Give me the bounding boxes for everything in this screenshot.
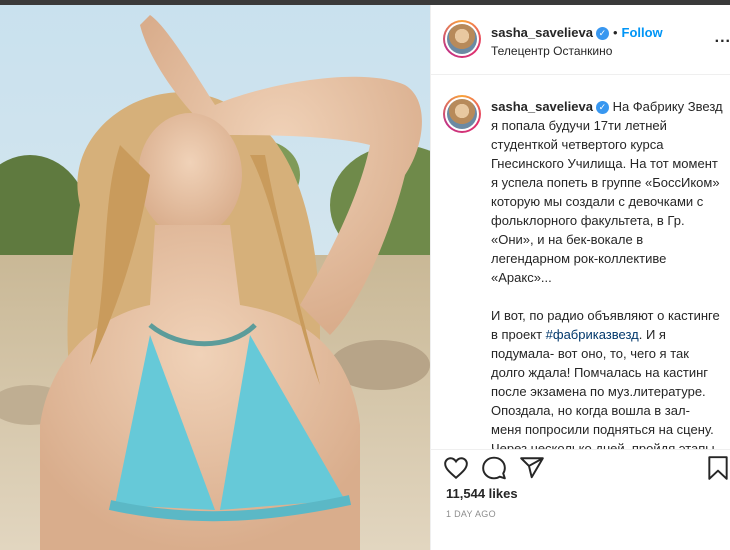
hashtag-link[interactable]: #фабриказвезд (546, 327, 639, 342)
follow-button[interactable]: Follow (622, 25, 663, 40)
post-timestamp[interactable]: 1 DAY AGO (446, 509, 496, 519)
caption-text-part2: . И я подумала- вот оно, то, чего я так … (491, 327, 715, 450)
verified-badge-icon: ✓ (595, 27, 609, 41)
post-header: sasha_savelieva ✓ • Follow Телецентр Останк… (431, 5, 730, 75)
share-icon[interactable] (519, 455, 545, 481)
caption-text-part1: На Фабрику Звезд я попала будучи 17ти ле… (491, 99, 723, 342)
location-link[interactable]: Телецентр Останкино (491, 44, 612, 58)
post-image (0, 5, 430, 550)
avatar-image (447, 99, 477, 129)
caption-avatar[interactable] (443, 95, 481, 133)
action-bar (443, 451, 730, 487)
post-details-panel: sasha_savelieva ✓ • Follow Телецентр Останк… (430, 5, 730, 550)
heart-icon[interactable] (443, 455, 469, 481)
post-caption: sasha_savelieva ✓ На Фабрику Звезд я попа… (491, 97, 723, 450)
verified-badge-icon: ✓ (595, 101, 609, 115)
comment-icon[interactable] (481, 455, 507, 481)
bookmark-icon[interactable] (705, 455, 730, 481)
header-user-line: sasha_savelieva ✓ • Follow (491, 25, 663, 41)
post-photo[interactable] (0, 5, 430, 550)
caption-username-link[interactable]: sasha_savelieva (491, 99, 593, 114)
separator-dot: • (612, 25, 618, 40)
avatar[interactable] (443, 20, 481, 58)
more-options-icon[interactable]: ... (715, 29, 730, 47)
comments-section[interactable]: sasha_savelieva ✓ На Фабрику Звезд я попа… (431, 75, 730, 450)
likes-count[interactable]: 11,544 likes (446, 486, 518, 501)
avatar-image (447, 24, 477, 54)
username-link[interactable]: sasha_savelieva (491, 25, 593, 40)
